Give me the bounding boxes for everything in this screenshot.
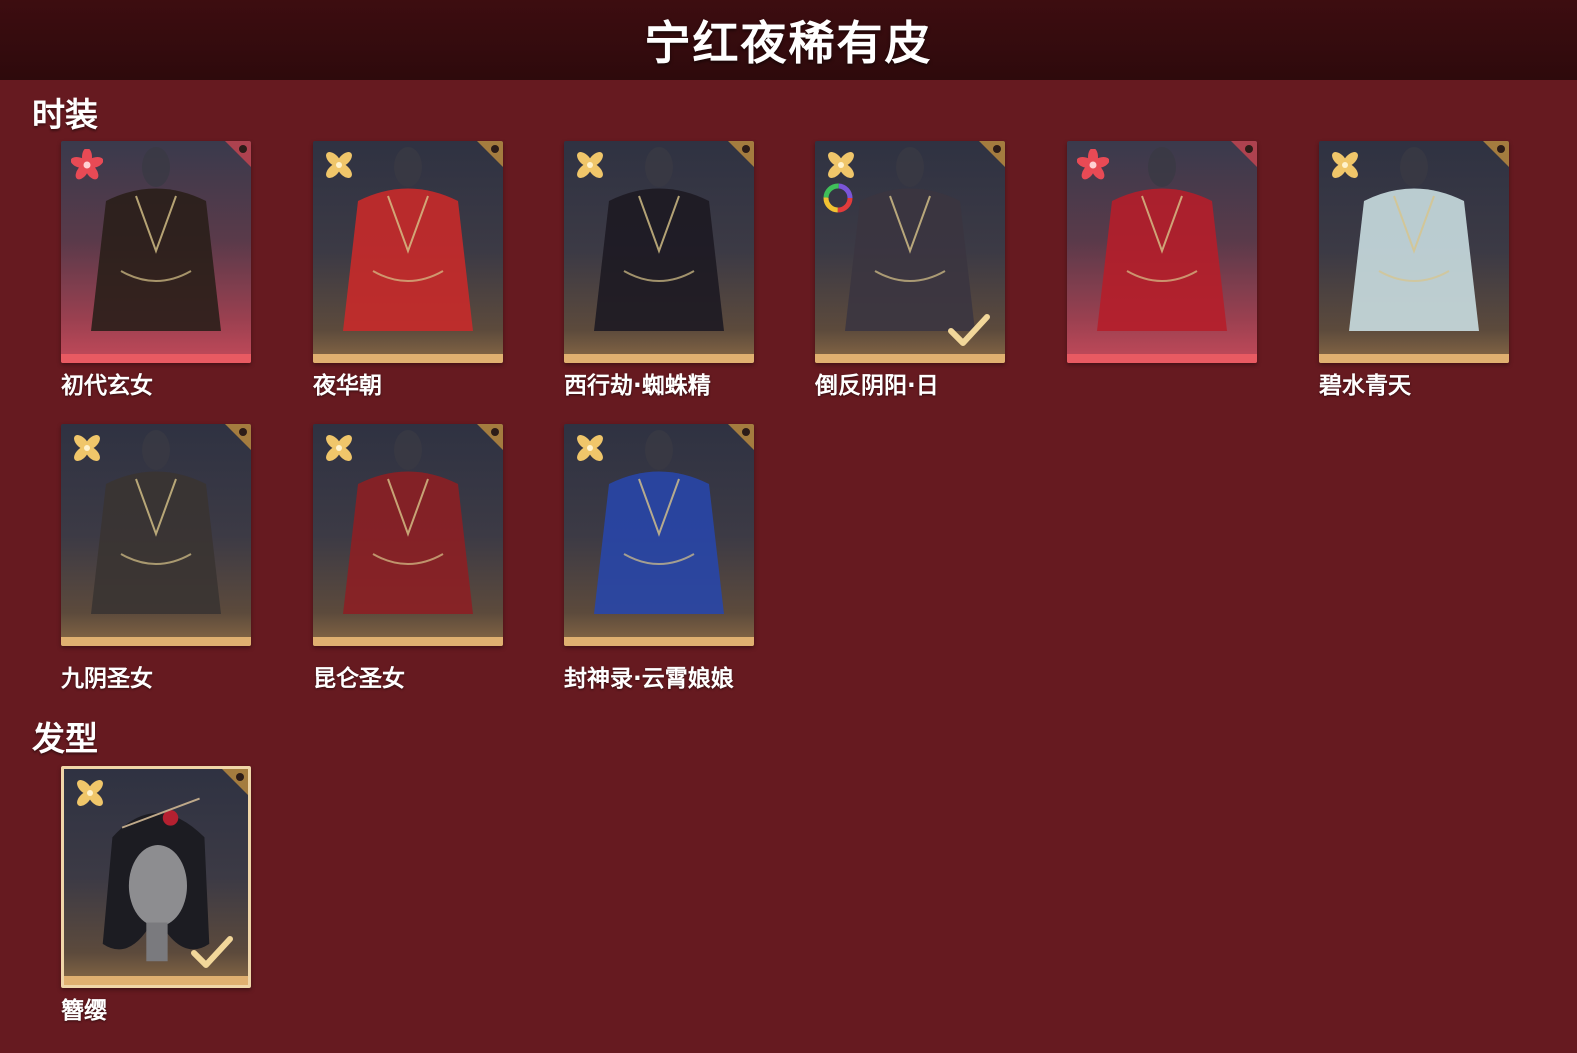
- outfit-card[interactable]: [313, 424, 503, 646]
- five-petal-flower-icon: [71, 149, 103, 180]
- four-petal-flower-icon: [1332, 152, 1358, 178]
- corner-tab: [477, 141, 503, 167]
- outfit-name: 西行劫·蜘蛛精: [564, 373, 711, 399]
- outfit-card[interactable]: [61, 424, 251, 646]
- rarity-bar: [313, 354, 503, 363]
- corner-dot: [742, 145, 750, 153]
- corner-dot: [491, 145, 499, 153]
- corner-dot: [239, 428, 247, 436]
- outfit-name: 倒反阴阳·日: [815, 373, 939, 399]
- outfit-card[interactable]: [1067, 141, 1257, 363]
- corner-tab: [1231, 141, 1257, 167]
- outfit-card[interactable]: [1319, 141, 1509, 363]
- five-petal-flower-icon: [1077, 149, 1109, 180]
- color-wheel-icon: [823, 183, 853, 213]
- outfit-name: 九阴圣女: [61, 666, 153, 692]
- outfit-card[interactable]: [564, 424, 754, 646]
- corner-tab: [728, 424, 754, 450]
- four-petal-flower-icon: [577, 152, 603, 178]
- corner-tab: [1483, 141, 1509, 167]
- corner-dot: [236, 773, 244, 781]
- rarity-bar: [815, 354, 1005, 363]
- checkmark-icon: [948, 314, 990, 346]
- corner-dot: [742, 428, 750, 436]
- corner-tab: [979, 141, 1005, 167]
- outfit-name: 碧水青天: [1319, 373, 1411, 399]
- corner-tab: [225, 141, 251, 167]
- rarity-bar: [61, 354, 251, 363]
- four-petal-flower-icon: [77, 780, 103, 806]
- checkmark-icon: [191, 936, 233, 968]
- four-petal-flower-icon: [74, 435, 100, 461]
- outfit-name: 昆仑圣女: [313, 666, 405, 692]
- outfit-card[interactable]: [815, 141, 1005, 363]
- corner-dot: [1497, 145, 1505, 153]
- four-petal-flower-icon: [326, 435, 352, 461]
- rarity-bar: [564, 354, 754, 363]
- rarity-bar: [564, 637, 754, 646]
- four-petal-flower-icon: [828, 152, 854, 178]
- outfit-name: 封神录·云霄娘娘: [564, 666, 734, 692]
- corner-tab: [222, 769, 248, 795]
- rarity-bar: [313, 637, 503, 646]
- hair-name: 簪缨: [61, 998, 107, 1024]
- corner-tab: [477, 424, 503, 450]
- outfit-card[interactable]: [313, 141, 503, 363]
- outfit-card[interactable]: [564, 141, 754, 363]
- rarity-bar: [61, 637, 251, 646]
- hair-card[interactable]: [61, 766, 251, 988]
- outfit-name: 夜华朝: [313, 373, 382, 399]
- corner-dot: [239, 145, 247, 153]
- rarity-bar: [1319, 354, 1509, 363]
- four-petal-flower-icon: [577, 435, 603, 461]
- corner-tab: [225, 424, 251, 450]
- four-petal-flower-icon: [326, 152, 352, 178]
- skin-grid: 初代玄女 夜华朝 西行劫·蜘蛛精 倒反阴阳·日 碧水青天九阴圣女 昆仑圣女 封神录·云霄娘娘…: [0, 0, 1577, 1053]
- corner-dot: [1245, 145, 1253, 153]
- rarity-bar: [1067, 354, 1257, 363]
- corner-dot: [993, 145, 1001, 153]
- corner-tab: [728, 141, 754, 167]
- corner-dot: [491, 428, 499, 436]
- outfit-card[interactable]: [61, 141, 251, 363]
- outfit-name: 初代玄女: [61, 373, 153, 399]
- rarity-bar: [64, 976, 248, 985]
